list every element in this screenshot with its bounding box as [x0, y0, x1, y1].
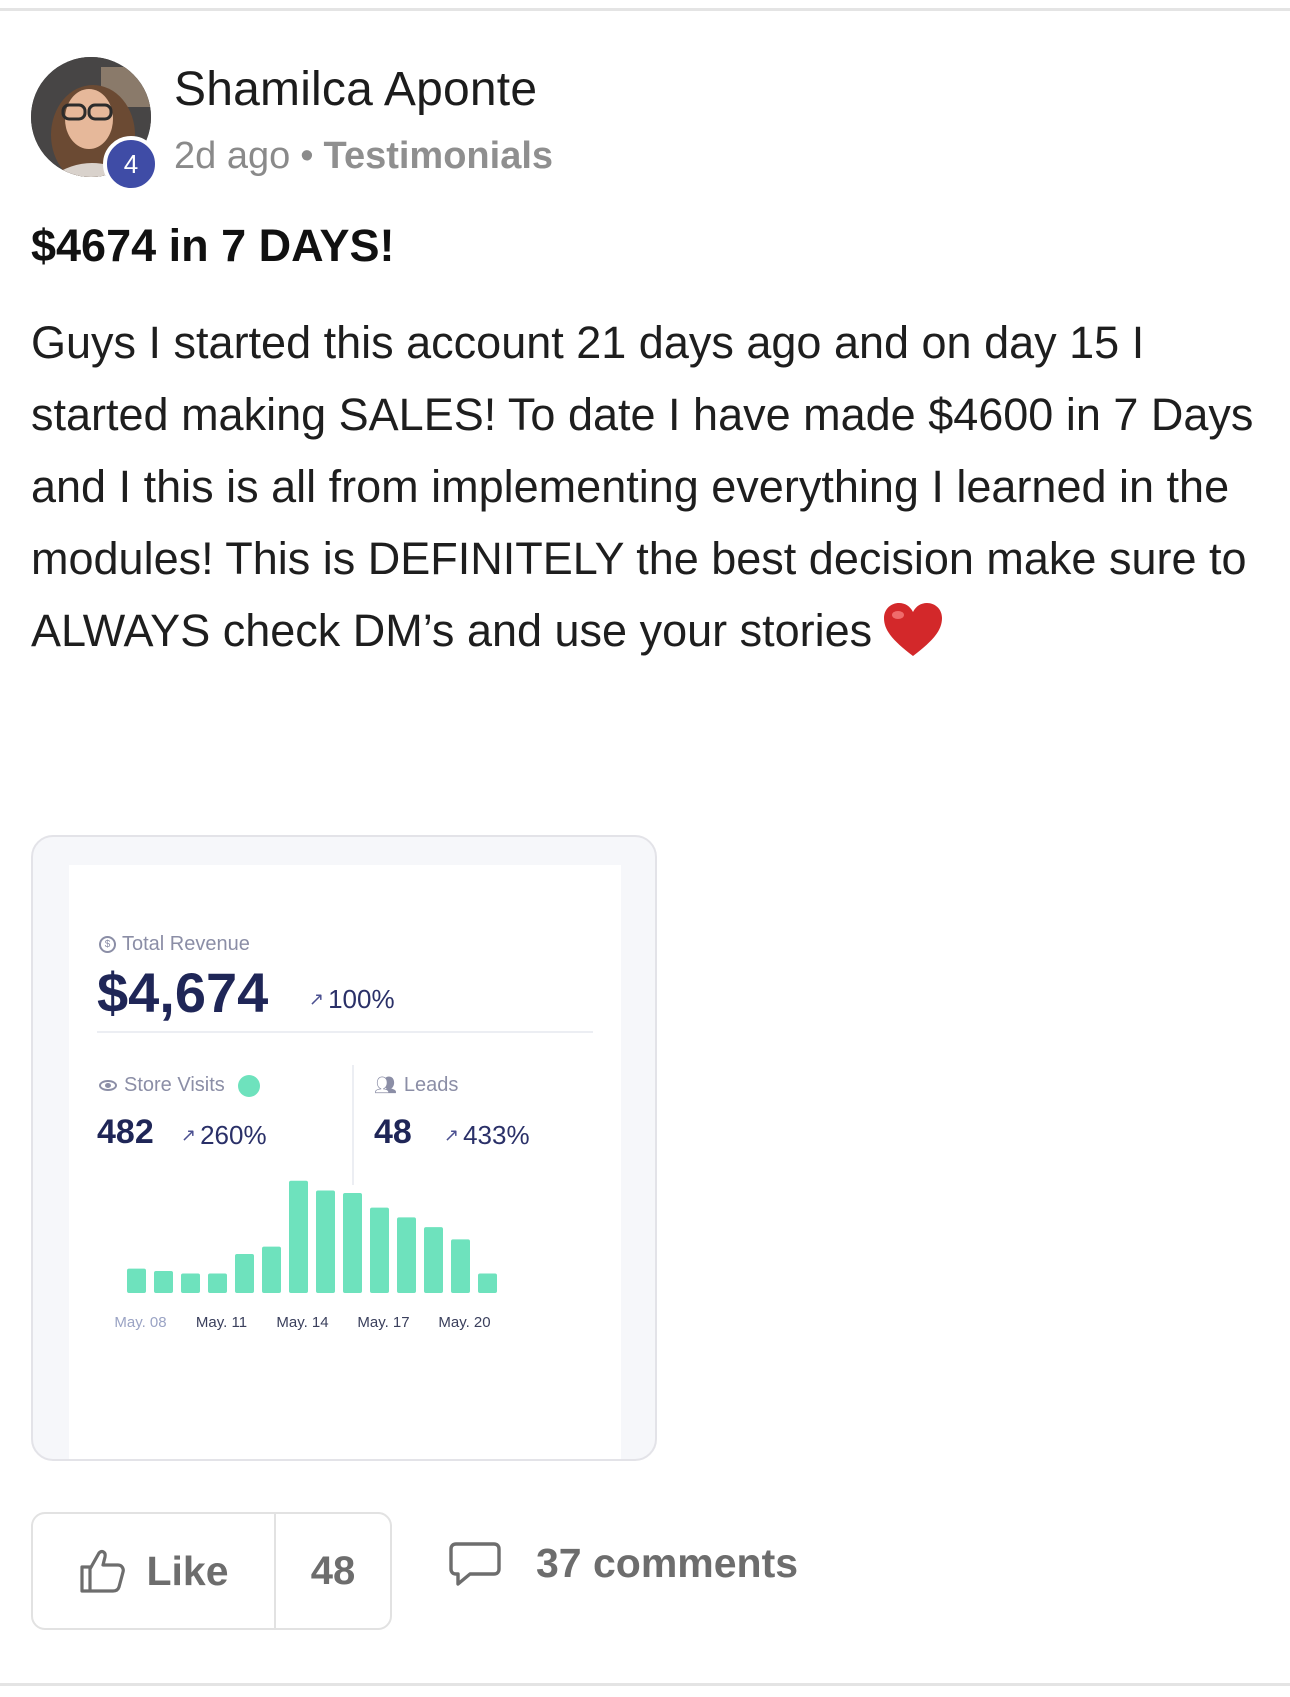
chart-x-tick-label: May. 14	[276, 1314, 328, 1331]
chart-x-tick-label: May. 20	[438, 1314, 490, 1331]
heart-icon	[884, 603, 943, 656]
like-count[interactable]: 48	[276, 1514, 390, 1628]
chart-x-tick-label: May. 17	[357, 1314, 409, 1331]
like-control: Like 48	[31, 1512, 392, 1630]
attached-image[interactable]: $ Total Revenue $4,674 ↗ 100% Store Visi…	[31, 835, 657, 1461]
chart-bar	[397, 1217, 416, 1293]
chart-bar	[127, 1268, 146, 1293]
revenue-dashboard: $ Total Revenue $4,674 ↗ 100% Store Visi…	[69, 865, 621, 1459]
trend-up-icon: ↗	[181, 1125, 197, 1145]
comment-bubble-icon	[449, 1541, 501, 1586]
total-revenue-value: $4,674	[97, 961, 269, 1024]
users-icon: 👥︎	[374, 1075, 397, 1095]
category-link[interactable]: Testimonials	[324, 135, 553, 177]
store-visits-label: Store Visits	[99, 1074, 260, 1097]
top-divider	[0, 8, 1290, 11]
like-button[interactable]: Like	[33, 1514, 276, 1628]
level-badge: 4	[103, 136, 159, 192]
chart-bar	[154, 1271, 173, 1293]
meta-separator: •	[300, 135, 314, 177]
revenue-trend-value: 100%	[328, 984, 395, 1014]
author-name[interactable]: Shamilca Aponte	[174, 62, 537, 117]
post-time: 2d ago	[174, 135, 291, 177]
chart-x-tick-label: May. 08	[114, 1314, 166, 1331]
chart-x-tick-label: May. 11	[196, 1314, 247, 1331]
dashboard-divider	[97, 1031, 593, 1033]
total-revenue-label: $ Total Revenue	[99, 933, 250, 956]
live-status-dot	[237, 1074, 260, 1097]
leads-label-text: Leads	[403, 1074, 459, 1096]
total-revenue-label-text: Total Revenue	[122, 933, 250, 955]
chart-bar	[478, 1273, 497, 1293]
post-body: Guys I started this account 21 days ago …	[31, 307, 1261, 667]
leads-label: 👥︎ Leads	[374, 1074, 458, 1097]
dollar-circle-icon: $	[99, 936, 116, 953]
chart-bar	[451, 1239, 470, 1293]
post-body-text: Guys I started this account 21 days ago …	[31, 317, 1254, 656]
revenue-bar-chart: May. 08 May. 11 May. 14 May. 17 May. 20	[114, 1180, 497, 1331]
chart-bar	[208, 1273, 227, 1293]
chart-bar	[262, 1246, 281, 1293]
revenue-trend: ↗ 100%	[309, 984, 395, 1015]
store-visits-value: 482	[97, 1113, 154, 1151]
store-visits-trend: ↗ 260%	[181, 1120, 267, 1151]
leads-trend-value: 433%	[463, 1120, 530, 1150]
chart-bar	[343, 1192, 362, 1293]
chart-bar	[370, 1207, 389, 1293]
comments-link[interactable]: 37 comments	[448, 1540, 798, 1587]
chart-bar	[289, 1180, 308, 1293]
store-visits-label-text: Store Visits	[124, 1074, 225, 1096]
chart-bar	[235, 1253, 254, 1293]
chart-bar	[316, 1190, 335, 1293]
bottom-divider	[0, 1683, 1290, 1686]
chart-bar	[424, 1227, 443, 1293]
leads-trend: ↗ 433%	[444, 1120, 530, 1151]
comments-label: 37 comments	[536, 1540, 799, 1586]
trend-up-icon: ↗	[444, 1125, 460, 1145]
store-visits-trend-value: 260%	[200, 1120, 267, 1150]
like-label: Like	[146, 1547, 229, 1594]
trend-up-icon: ↗	[309, 989, 325, 1009]
post-title: $4674 in 7 DAYS!	[31, 220, 395, 271]
chart-bar	[181, 1273, 200, 1293]
leads-value: 48	[374, 1113, 412, 1151]
eye-icon	[99, 1080, 117, 1091]
post-meta: 2d ago • Testimonials	[174, 135, 553, 178]
thumbs-up-icon	[80, 1550, 126, 1593]
